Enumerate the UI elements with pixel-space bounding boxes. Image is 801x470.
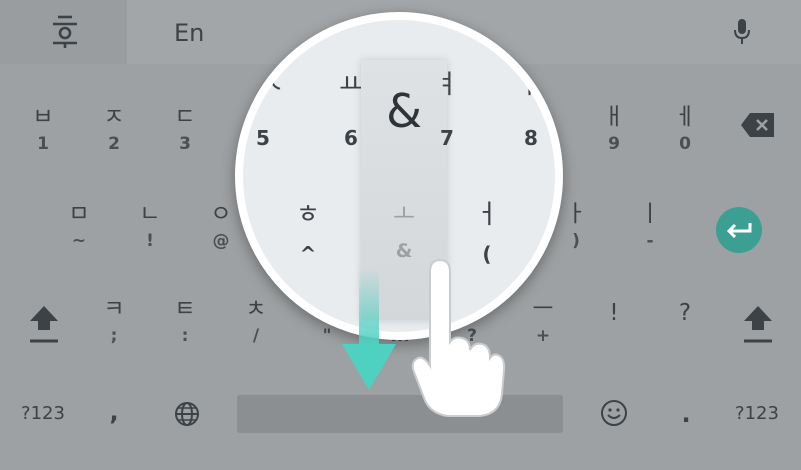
period-key[interactable]: . bbox=[681, 400, 690, 428]
lens-key-sub: 7 bbox=[440, 126, 454, 150]
space-bar[interactable] bbox=[237, 395, 563, 433]
key-main[interactable]: ? bbox=[679, 300, 691, 326]
key-sub: + bbox=[535, 326, 551, 346]
lens-key-main: ㅗ bbox=[392, 200, 416, 228]
lens-key-sub: ^ bbox=[299, 242, 317, 266]
key-main[interactable]: ㅋ bbox=[103, 289, 124, 323]
lens-key-main: ㅅ bbox=[260, 70, 284, 100]
key-main[interactable]: ㅌ bbox=[174, 289, 195, 323]
symbols-right-button[interactable]: ?123 bbox=[735, 403, 779, 424]
key-sub: - bbox=[646, 231, 654, 251]
pointing-hand-icon bbox=[411, 258, 506, 417]
key-sub: @ bbox=[212, 231, 230, 251]
key-sub: 3 bbox=[179, 134, 191, 154]
lens-key-main: ㅕ bbox=[435, 70, 459, 100]
language-tab[interactable] bbox=[0, 0, 127, 64]
lens-key-sub: 6 bbox=[344, 126, 358, 150]
key-sub: ; bbox=[110, 326, 118, 346]
key-main[interactable]: ㅔ bbox=[674, 97, 695, 131]
key-sub: ) bbox=[572, 231, 580, 251]
comma-key[interactable]: , bbox=[109, 398, 118, 426]
swipe-down-arrow-icon bbox=[342, 268, 396, 390]
microphone-icon[interactable] bbox=[732, 18, 752, 46]
key-main[interactable]: ㅡ bbox=[532, 289, 553, 323]
key-main[interactable]: ㅐ bbox=[603, 97, 624, 131]
key-main[interactable]: ㅣ bbox=[639, 194, 660, 228]
key-main[interactable]: ㅂ bbox=[32, 97, 53, 131]
key-sub: 2 bbox=[108, 134, 120, 154]
enter-button[interactable] bbox=[716, 207, 762, 253]
key-sub: ! bbox=[146, 231, 154, 251]
key-sub: : bbox=[181, 326, 189, 346]
magnifier-lens: ㅅ 5 ㅛ 6 & ㅗ & ㅕ 7 ㅑ 8 ㅎ ^ ㅓ ( bbox=[235, 12, 563, 340]
lens-key-sub: 5 bbox=[256, 126, 270, 150]
key-main[interactable]: ㄷ bbox=[174, 97, 195, 131]
key-main[interactable]: ㅈ bbox=[103, 97, 124, 131]
key-main[interactable]: ㅊ bbox=[245, 289, 266, 323]
backspace-icon[interactable] bbox=[740, 112, 776, 138]
key-sub: / bbox=[252, 326, 260, 346]
enter-arrow-icon bbox=[726, 223, 752, 238]
key-main[interactable]: ! bbox=[609, 300, 618, 326]
lens-key-main: ㅑ bbox=[519, 70, 543, 100]
key-sub: ~ bbox=[71, 231, 87, 251]
lens-key-sub: 8 bbox=[524, 126, 538, 150]
key-main[interactable]: ㅇ bbox=[210, 194, 231, 228]
lens-key-main: ㅛ bbox=[339, 70, 363, 100]
lens-key-main: ㅎ bbox=[296, 200, 320, 230]
globe-icon[interactable] bbox=[174, 401, 200, 427]
key-main[interactable]: ㄴ bbox=[139, 194, 160, 228]
lens-key-main: ㅓ bbox=[475, 200, 499, 230]
key-sub: 1 bbox=[37, 134, 49, 154]
hangul-hieut-icon bbox=[53, 15, 77, 48]
popup-character[interactable]: & bbox=[386, 84, 422, 138]
key-sub: " bbox=[322, 326, 332, 346]
shift-right-icon[interactable] bbox=[742, 304, 774, 344]
key-main[interactable]: ㅏ bbox=[565, 194, 586, 228]
key-sub: 9 bbox=[608, 134, 620, 154]
symbols-left-button[interactable]: ?123 bbox=[21, 403, 65, 424]
smiley-icon[interactable] bbox=[600, 399, 628, 427]
shift-left-icon[interactable] bbox=[28, 304, 60, 344]
language-label[interactable]: En bbox=[174, 19, 204, 47]
key-main[interactable]: ㅁ bbox=[68, 194, 89, 228]
key-sub: 0 bbox=[679, 134, 691, 154]
